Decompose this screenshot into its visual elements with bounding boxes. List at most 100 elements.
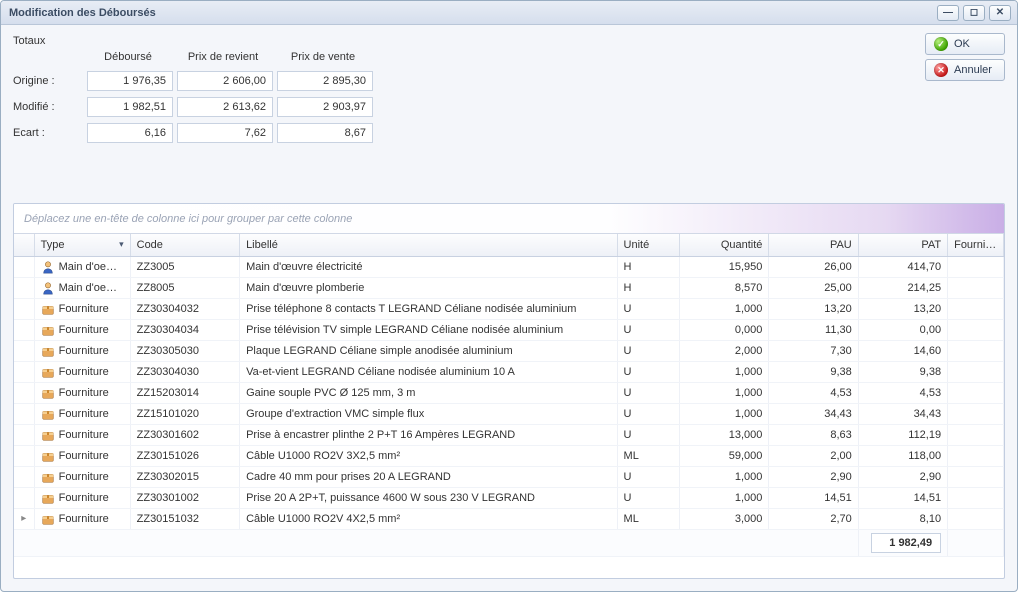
- cell-libelle[interactable]: Prise télévision TV simple LEGRAND Célia…: [240, 319, 617, 340]
- table-row[interactable]: FournitureZZ30151026Câble U1000 RO2V 3X2…: [14, 445, 1004, 466]
- cell-pat[interactable]: 112,19: [858, 424, 947, 445]
- cell-quantite[interactable]: 1,000: [680, 361, 769, 382]
- cell-pat[interactable]: 0,00: [858, 319, 947, 340]
- cell-type[interactable]: Fourniture: [34, 424, 130, 445]
- cell-code[interactable]: ZZ8005: [130, 277, 239, 298]
- cell-pat[interactable]: 8,10: [858, 508, 947, 529]
- cell-pau[interactable]: 7,30: [769, 340, 858, 361]
- cell-quantite[interactable]: 1,000: [680, 382, 769, 403]
- cell-quantite[interactable]: 1,000: [680, 466, 769, 487]
- cell-fournisseur[interactable]: [948, 361, 1004, 382]
- cell-pat[interactable]: 34,43: [858, 403, 947, 424]
- cell-unite[interactable]: U: [617, 361, 680, 382]
- cell-quantite[interactable]: 0,000: [680, 319, 769, 340]
- cell-fournisseur[interactable]: [948, 487, 1004, 508]
- cell-unite[interactable]: U: [617, 382, 680, 403]
- cell-fournisseur[interactable]: [948, 256, 1004, 277]
- cell-quantite[interactable]: 2,000: [680, 340, 769, 361]
- cell-pat[interactable]: 214,25: [858, 277, 947, 298]
- cell-unite[interactable]: U: [617, 424, 680, 445]
- cell-fournisseur[interactable]: [948, 298, 1004, 319]
- cell-fournisseur[interactable]: [948, 382, 1004, 403]
- cell-libelle[interactable]: Main d'œuvre électricité: [240, 256, 617, 277]
- cell-code[interactable]: ZZ30301002: [130, 487, 239, 508]
- cell-quantite[interactable]: 1,000: [680, 298, 769, 319]
- table-row[interactable]: FournitureZZ30305030Plaque LEGRAND Célia…: [14, 340, 1004, 361]
- grid-header-unite[interactable]: Unité: [617, 234, 680, 256]
- cell-pau[interactable]: 2,70: [769, 508, 858, 529]
- cell-unite[interactable]: U: [617, 340, 680, 361]
- table-row[interactable]: FournitureZZ30301002Prise 20 A 2P+T, pui…: [14, 487, 1004, 508]
- cell-fournisseur[interactable]: [948, 466, 1004, 487]
- cell-pat[interactable]: 9,38: [858, 361, 947, 382]
- cell-pat[interactable]: 13,20: [858, 298, 947, 319]
- cell-code[interactable]: ZZ30151032: [130, 508, 239, 529]
- cell-pau[interactable]: 4,53: [769, 382, 858, 403]
- cell-type[interactable]: Fourniture: [34, 340, 130, 361]
- table-row[interactable]: ▸FournitureZZ30151032Câble U1000 RO2V 4X…: [14, 508, 1004, 529]
- cell-libelle[interactable]: Prise 20 A 2P+T, puissance 4600 W sous 2…: [240, 487, 617, 508]
- grid-header-pau[interactable]: PAU: [769, 234, 858, 256]
- cell-type[interactable]: Fourniture: [34, 445, 130, 466]
- cell-libelle[interactable]: Gaine souple PVC Ø 125 mm, 3 m: [240, 382, 617, 403]
- cell-unite[interactable]: U: [617, 319, 680, 340]
- table-row[interactable]: Main d'oe…ZZ8005Main d'œuvre plomberieH8…: [14, 277, 1004, 298]
- cell-code[interactable]: ZZ30301602: [130, 424, 239, 445]
- grid-header-libelle[interactable]: Libellé: [240, 234, 617, 256]
- cell-pat[interactable]: 14,60: [858, 340, 947, 361]
- cell-quantite[interactable]: 1,000: [680, 487, 769, 508]
- cell-pau[interactable]: 14,51: [769, 487, 858, 508]
- cell-libelle[interactable]: Plaque LEGRAND Céliane simple anodisée a…: [240, 340, 617, 361]
- cell-libelle[interactable]: Prise à encastrer plinthe 2 P+T 16 Ampèr…: [240, 424, 617, 445]
- cell-type[interactable]: Fourniture: [34, 319, 130, 340]
- cell-fournisseur[interactable]: [948, 445, 1004, 466]
- cell-pau[interactable]: 25,00: [769, 277, 858, 298]
- cell-pau[interactable]: 13,20: [769, 298, 858, 319]
- cell-unite[interactable]: ML: [617, 445, 680, 466]
- cell-quantite[interactable]: 13,000: [680, 424, 769, 445]
- cell-pat[interactable]: 2,90: [858, 466, 947, 487]
- cell-code[interactable]: ZZ30151026: [130, 445, 239, 466]
- cell-fournisseur[interactable]: [948, 277, 1004, 298]
- cell-quantite[interactable]: 3,000: [680, 508, 769, 529]
- cell-unite[interactable]: U: [617, 466, 680, 487]
- cell-pat[interactable]: 4,53: [858, 382, 947, 403]
- cell-code[interactable]: ZZ30304034: [130, 319, 239, 340]
- cell-type[interactable]: Fourniture: [34, 361, 130, 382]
- table-row[interactable]: FournitureZZ15101020Groupe d'extraction …: [14, 403, 1004, 424]
- cell-fournisseur[interactable]: [948, 424, 1004, 445]
- table-row[interactable]: FournitureZZ30304034Prise télévision TV …: [14, 319, 1004, 340]
- cell-type[interactable]: Main d'oe…: [34, 277, 130, 298]
- cell-type[interactable]: Fourniture: [34, 298, 130, 319]
- cell-pau[interactable]: 34,43: [769, 403, 858, 424]
- cell-pau[interactable]: 9,38: [769, 361, 858, 382]
- cell-libelle[interactable]: Cadre 40 mm pour prises 20 A LEGRAND: [240, 466, 617, 487]
- cell-pau[interactable]: 8,63: [769, 424, 858, 445]
- grid-header-code[interactable]: Code: [130, 234, 239, 256]
- cell-fournisseur[interactable]: [948, 508, 1004, 529]
- cell-pau[interactable]: 11,30: [769, 319, 858, 340]
- cell-quantite[interactable]: 1,000: [680, 403, 769, 424]
- cell-unite[interactable]: H: [617, 277, 680, 298]
- cell-type[interactable]: Fourniture: [34, 466, 130, 487]
- cell-code[interactable]: ZZ15203014: [130, 382, 239, 403]
- cell-quantite[interactable]: 15,950: [680, 256, 769, 277]
- table-row[interactable]: FournitureZZ30304032Prise téléphone 8 co…: [14, 298, 1004, 319]
- cell-code[interactable]: ZZ30304030: [130, 361, 239, 382]
- cell-fournisseur[interactable]: [948, 340, 1004, 361]
- cell-fournisseur[interactable]: [948, 319, 1004, 340]
- cell-pau[interactable]: 26,00: [769, 256, 858, 277]
- table-row[interactable]: FournitureZZ15203014Gaine souple PVC Ø 1…: [14, 382, 1004, 403]
- cell-code[interactable]: ZZ30302015: [130, 466, 239, 487]
- cell-libelle[interactable]: Câble U1000 RO2V 3X2,5 mm²: [240, 445, 617, 466]
- cell-libelle[interactable]: Groupe d'extraction VMC simple flux: [240, 403, 617, 424]
- cell-type[interactable]: Fourniture: [34, 508, 130, 529]
- table-row[interactable]: FournitureZZ30304030Va-et-vient LEGRAND …: [14, 361, 1004, 382]
- grid-header-quantite[interactable]: Quantité: [680, 234, 769, 256]
- grid-header-type[interactable]: Type ▾: [34, 234, 130, 256]
- cell-type[interactable]: Fourniture: [34, 382, 130, 403]
- cell-type[interactable]: Fourniture: [34, 487, 130, 508]
- cell-unite[interactable]: ML: [617, 508, 680, 529]
- close-button[interactable]: ✕: [989, 5, 1011, 21]
- cell-code[interactable]: ZZ3005: [130, 256, 239, 277]
